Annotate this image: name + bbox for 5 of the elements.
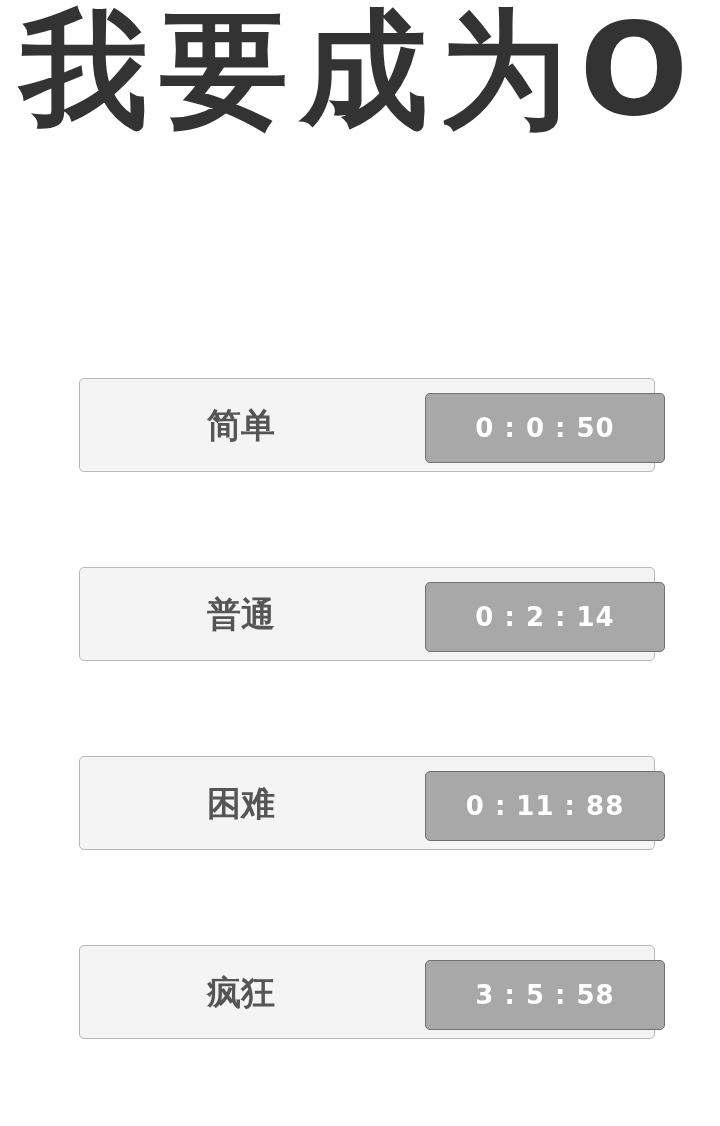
best-time-badge: 0 : 0 : 50 xyxy=(425,393,665,463)
best-time-badge: 0 : 2 : 14 xyxy=(425,582,665,652)
game-title: 我要成为O xyxy=(19,6,701,134)
best-time-badge: 3 : 5 : 58 xyxy=(425,960,665,1030)
best-time-badge: 0 : 11 : 88 xyxy=(425,771,665,841)
